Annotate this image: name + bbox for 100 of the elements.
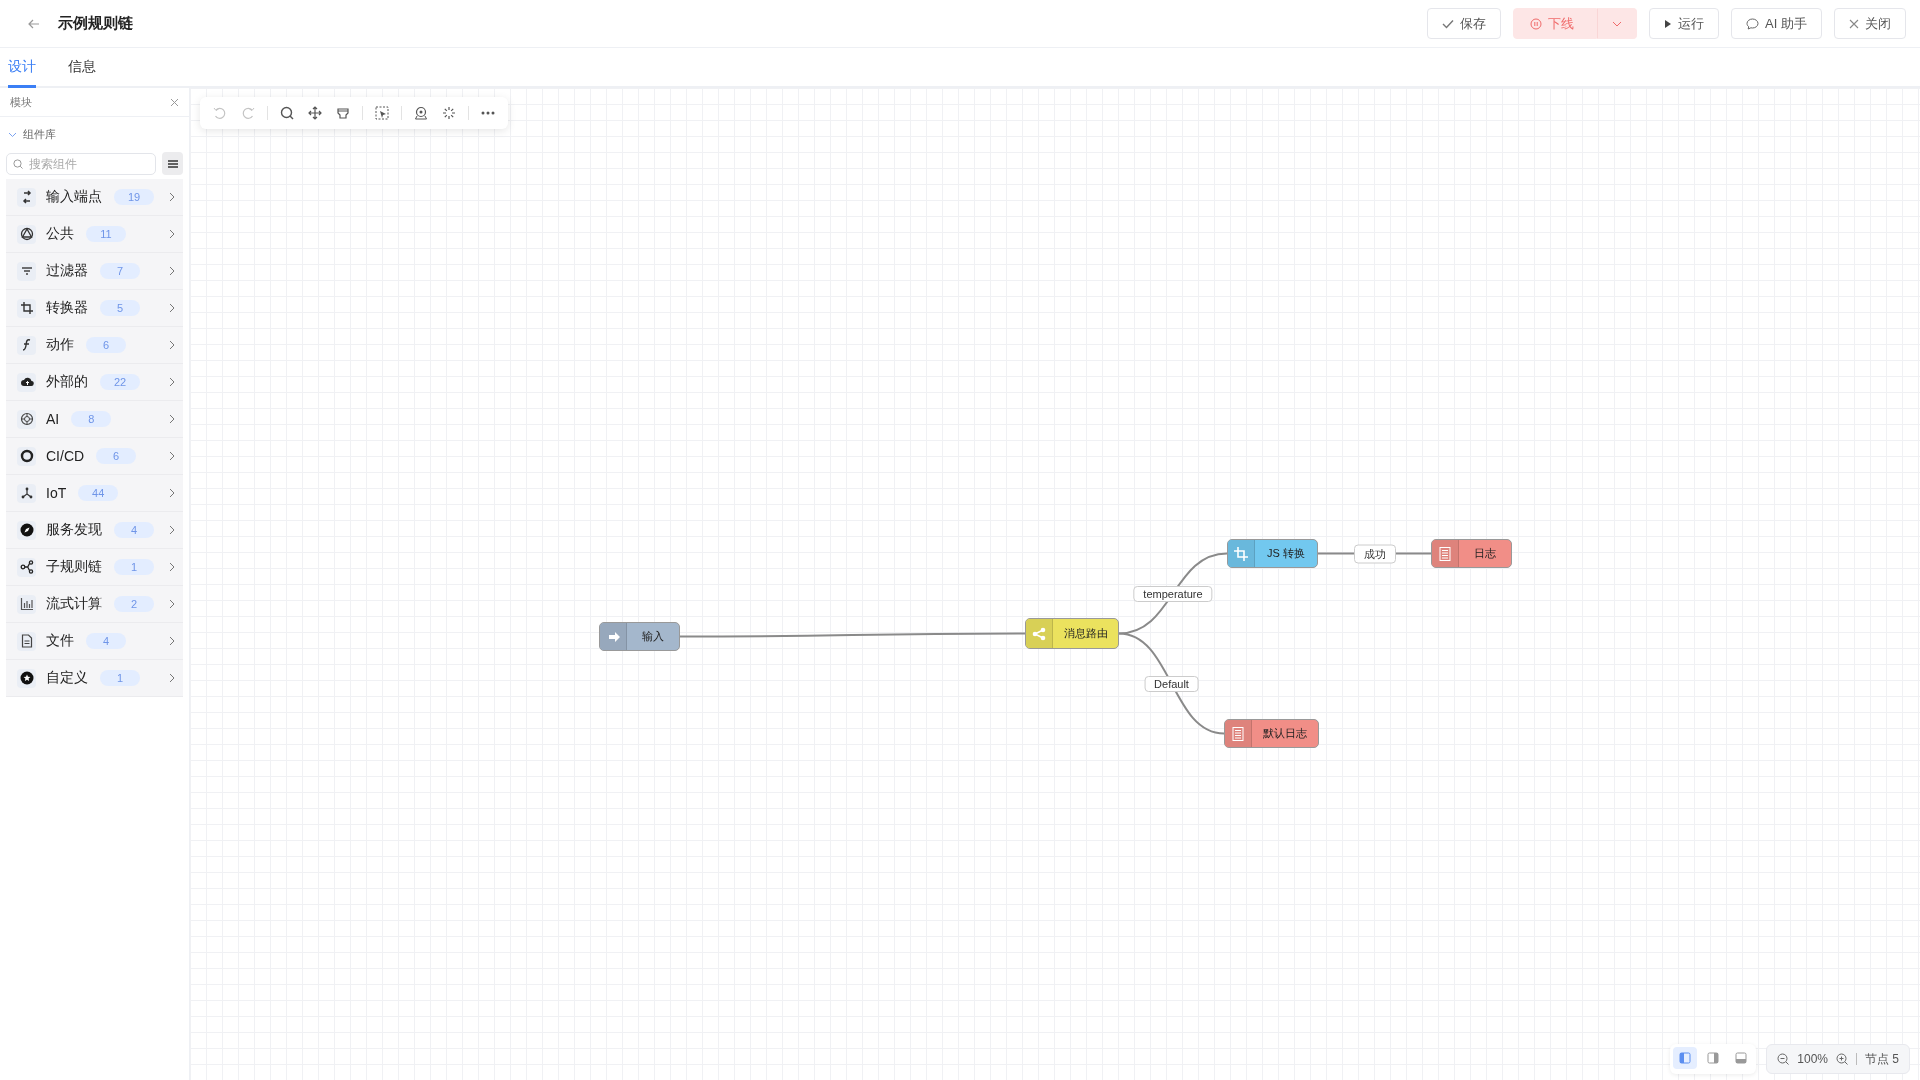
node-count: 节点 5 (1865, 1050, 1899, 1068)
count-badge: 44 (78, 485, 119, 501)
category-label: IoT (46, 485, 67, 501)
category-item[interactable]: 外部的 22 (6, 364, 183, 401)
search-field[interactable]: 搜索组件 (6, 152, 156, 175)
close-icon (1849, 18, 1859, 29)
zoom-in-button[interactable] (1836, 1053, 1848, 1065)
category-item[interactable]: 流式计算 2 (6, 586, 183, 623)
category-item[interactable]: 子规则链 1 (6, 549, 183, 586)
tray-icon (336, 106, 350, 120)
zoom-level: 100% (1797, 1052, 1828, 1066)
share-icon (1032, 626, 1046, 641)
category-item[interactable]: AI 8 (6, 401, 183, 438)
category-label: CI/CD (46, 448, 85, 464)
count-badge: 4 (114, 522, 154, 538)
category-item[interactable]: 文件 4 (6, 623, 183, 660)
close-button[interactable]: 关闭 (1834, 8, 1906, 39)
compass-icon (19, 523, 34, 537)
ai-button[interactable]: AI 助手 (1731, 8, 1822, 39)
chevron-right-icon (169, 414, 175, 424)
chevron-right-icon (169, 562, 175, 572)
bar-chart-icon (19, 597, 34, 611)
view-button[interactable] (1673, 1047, 1698, 1069)
zoom-out-icon (1777, 1053, 1790, 1065)
nodes-icon (19, 486, 34, 500)
flow-node[interactable]: 输入 (599, 622, 680, 651)
zoom-out-button[interactable] (1777, 1053, 1790, 1065)
node-label: 日志 (1474, 546, 1496, 561)
node-label: JS 转换 (1267, 546, 1305, 561)
document-icon (1231, 726, 1245, 741)
category-item[interactable]: 公共 11 (6, 216, 183, 253)
category-label: 公共 (46, 225, 74, 243)
search-icon (13, 158, 23, 169)
count-badge: 22 (100, 374, 140, 390)
flow-node[interactable]: 消息路由 (1025, 618, 1119, 649)
move-icon (308, 106, 322, 120)
play-icon (1664, 18, 1673, 29)
run-button[interactable]: 运行 (1649, 8, 1720, 39)
category-label: 文件 (46, 632, 74, 650)
document-icon (1438, 546, 1452, 561)
flow-node[interactable]: 默认日志 (1224, 719, 1319, 748)
crop-icon (1234, 546, 1248, 561)
category-label: 动作 (46, 336, 74, 354)
chevron-down-icon (8, 131, 17, 138)
category-label: 过滤器 (46, 262, 88, 280)
count-badge: 7 (100, 263, 140, 279)
category-item[interactable]: IoT 44 (6, 475, 183, 512)
category-item[interactable]: 过滤器 7 (6, 253, 183, 290)
count-badge: 4 (86, 633, 126, 649)
tab[interactable]: 设计 (8, 48, 36, 88)
category-label: 子规则链 (46, 558, 102, 576)
chevron-right-icon (169, 229, 175, 239)
crop-icon (19, 301, 34, 315)
section-toggle[interactable]: 组件库 (0, 117, 189, 148)
chevron-right-icon (169, 673, 175, 683)
save-button[interactable]: 保存 (1427, 8, 1502, 39)
category-item[interactable]: 自定义 1 (6, 660, 183, 697)
category-item[interactable]: 服务发现 4 (6, 512, 183, 549)
list-view-button[interactable] (162, 152, 183, 175)
count-badge: 6 (86, 337, 126, 353)
edge-label: 成功 (1353, 544, 1396, 563)
edge-label: temperature (1133, 585, 1213, 602)
category-label: 服务发现 (46, 521, 102, 539)
category-label: 流式计算 (46, 595, 102, 613)
category-label: AI (46, 411, 60, 427)
chevron-right-icon (169, 488, 175, 498)
zoom-in-icon (1836, 1053, 1848, 1065)
flow-node[interactable]: 日志 (1431, 539, 1512, 568)
panel-right-icon (1707, 1052, 1720, 1064)
category-item[interactable]: 转换器 5 (6, 290, 183, 327)
node-label: 消息路由 (1063, 626, 1108, 641)
caret-down-icon (1612, 20, 1623, 27)
edge-label: Default (1144, 675, 1199, 692)
count-badge: 8 (71, 411, 112, 427)
locate-icon (414, 106, 428, 120)
category-item[interactable]: 动作 6 (6, 327, 183, 364)
chevron-right-icon (169, 266, 175, 276)
flow-node[interactable]: JS 转换 (1227, 539, 1318, 568)
redo-icon (241, 106, 255, 120)
node-label: 默认日志 (1263, 726, 1307, 741)
count-badge: 11 (86, 226, 126, 242)
cloud-icon (19, 375, 34, 389)
back-arrow-icon (28, 18, 40, 29)
category-label: 外部的 (46, 373, 88, 391)
tab[interactable]: 信息 (68, 48, 96, 88)
chevron-right-icon (169, 599, 175, 609)
node-label: 输入 (642, 629, 664, 644)
chevron-right-icon (169, 340, 175, 350)
count-badge: 6 (96, 448, 137, 464)
chevron-right-icon (169, 451, 175, 461)
close-icon (170, 97, 179, 107)
document-icon (19, 634, 34, 648)
sparkle-icon (442, 106, 456, 120)
category-item[interactable]: CI/CD 6 (6, 438, 183, 475)
count-badge: 5 (100, 300, 140, 316)
chevron-right-icon (169, 192, 175, 202)
page-title: 示例规则链 (58, 14, 133, 33)
category-label: 自定义 (46, 669, 88, 687)
chevron-right-icon (169, 377, 175, 387)
category-item[interactable]: 输入端点 19 (6, 179, 183, 216)
